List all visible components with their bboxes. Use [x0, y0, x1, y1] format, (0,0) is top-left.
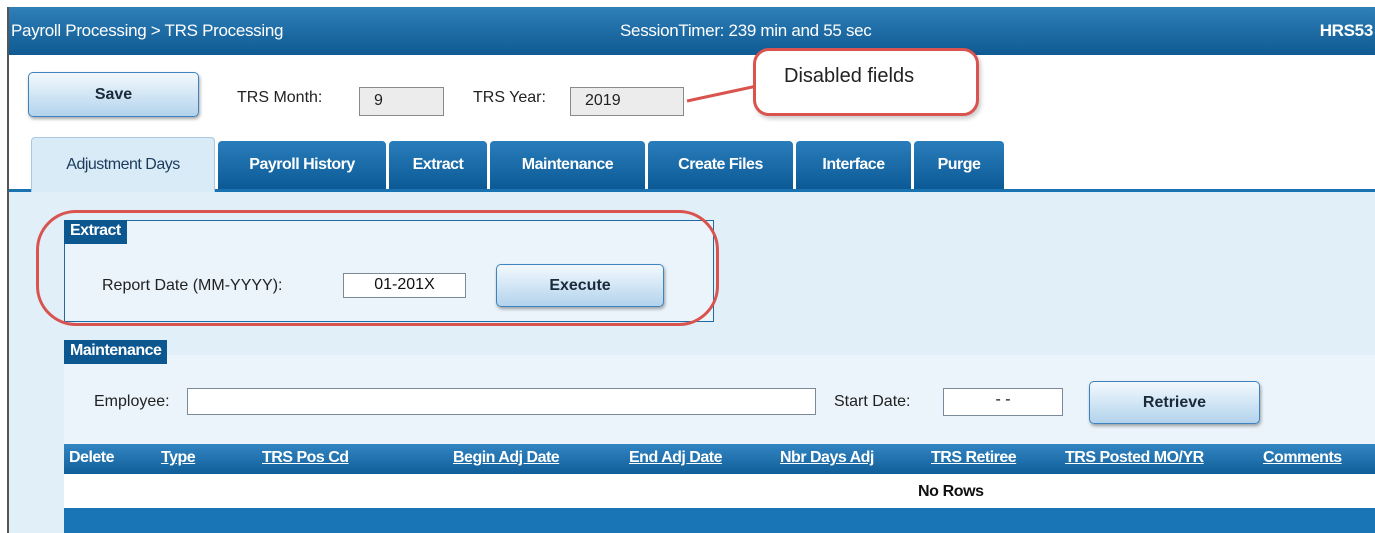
trs-month-label: TRS Month: — [237, 89, 323, 106]
tab-extract[interactable]: Extract — [389, 141, 487, 189]
save-button[interactable]: Save — [28, 72, 199, 117]
tab-create-files[interactable]: Create Files — [648, 141, 793, 189]
tab-purge[interactable]: Purge — [914, 141, 1004, 189]
no-rows-message: No Rows — [918, 483, 984, 500]
grid-header: Delete Type TRS Pos Cd Begin Adj Date En… — [64, 444, 1375, 474]
trs-year-label: TRS Year: — [473, 89, 546, 106]
employee-label: Employee: — [94, 393, 170, 410]
maintenance-section-title: Maintenance — [64, 340, 168, 364]
grid-body: No Rows — [64, 474, 1375, 508]
column-comments[interactable]: Comments — [1263, 449, 1342, 467]
breadcrumb[interactable]: Payroll Processing > TRS Processing — [11, 21, 283, 41]
tab-adjustment-days[interactable]: Adjustment Days — [31, 137, 215, 192]
start-date-label: Start Date: — [834, 393, 911, 410]
column-type[interactable]: Type — [161, 449, 196, 467]
column-trs-pos-cd[interactable]: TRS Pos Cd — [262, 449, 349, 467]
adjustment-days-panel: Extract Report Date (MM-YYYY): 01-201X E… — [9, 192, 1375, 533]
tab-maintenance[interactable]: Maintenance — [490, 141, 645, 189]
trs-month-field: 9 — [359, 87, 444, 116]
column-nbr-days-adj[interactable]: Nbr Days Adj — [780, 449, 874, 467]
tab-payroll-history[interactable]: Payroll History — [218, 141, 386, 189]
disabled-fields-callout: Disabled fields — [753, 48, 979, 116]
employee-input[interactable] — [187, 388, 816, 415]
execute-button[interactable]: Execute — [496, 264, 664, 307]
column-trs-retiree[interactable]: TRS Retiree — [931, 449, 1017, 467]
header-bar: Payroll Processing > TRS Processing Sess… — [9, 7, 1375, 55]
session-timer: SessionTimer: 239 min and 55 sec — [620, 21, 872, 40]
column-end-adj-date[interactable]: End Adj Date — [629, 449, 722, 467]
retrieve-button[interactable]: Retrieve — [1089, 381, 1260, 424]
tab-interface[interactable]: Interface — [796, 141, 911, 189]
column-trs-posted-mo-yr[interactable]: TRS Posted MO/YR — [1065, 449, 1204, 467]
app-window: Payroll Processing > TRS Processing Sess… — [7, 7, 1375, 533]
trs-year-field: 2019 — [570, 87, 684, 116]
start-date-input[interactable]: - - — [943, 388, 1063, 416]
column-begin-adj-date[interactable]: Begin Adj Date — [453, 449, 560, 467]
column-delete: Delete — [69, 449, 115, 466]
grid-footer — [64, 508, 1375, 533]
report-date-input[interactable]: 01-201X — [343, 273, 466, 298]
screen-code: HRS53 — [1319, 21, 1374, 40]
extract-section-title: Extract — [64, 220, 127, 244]
report-date-label: Report Date (MM-YYYY): — [102, 277, 283, 294]
